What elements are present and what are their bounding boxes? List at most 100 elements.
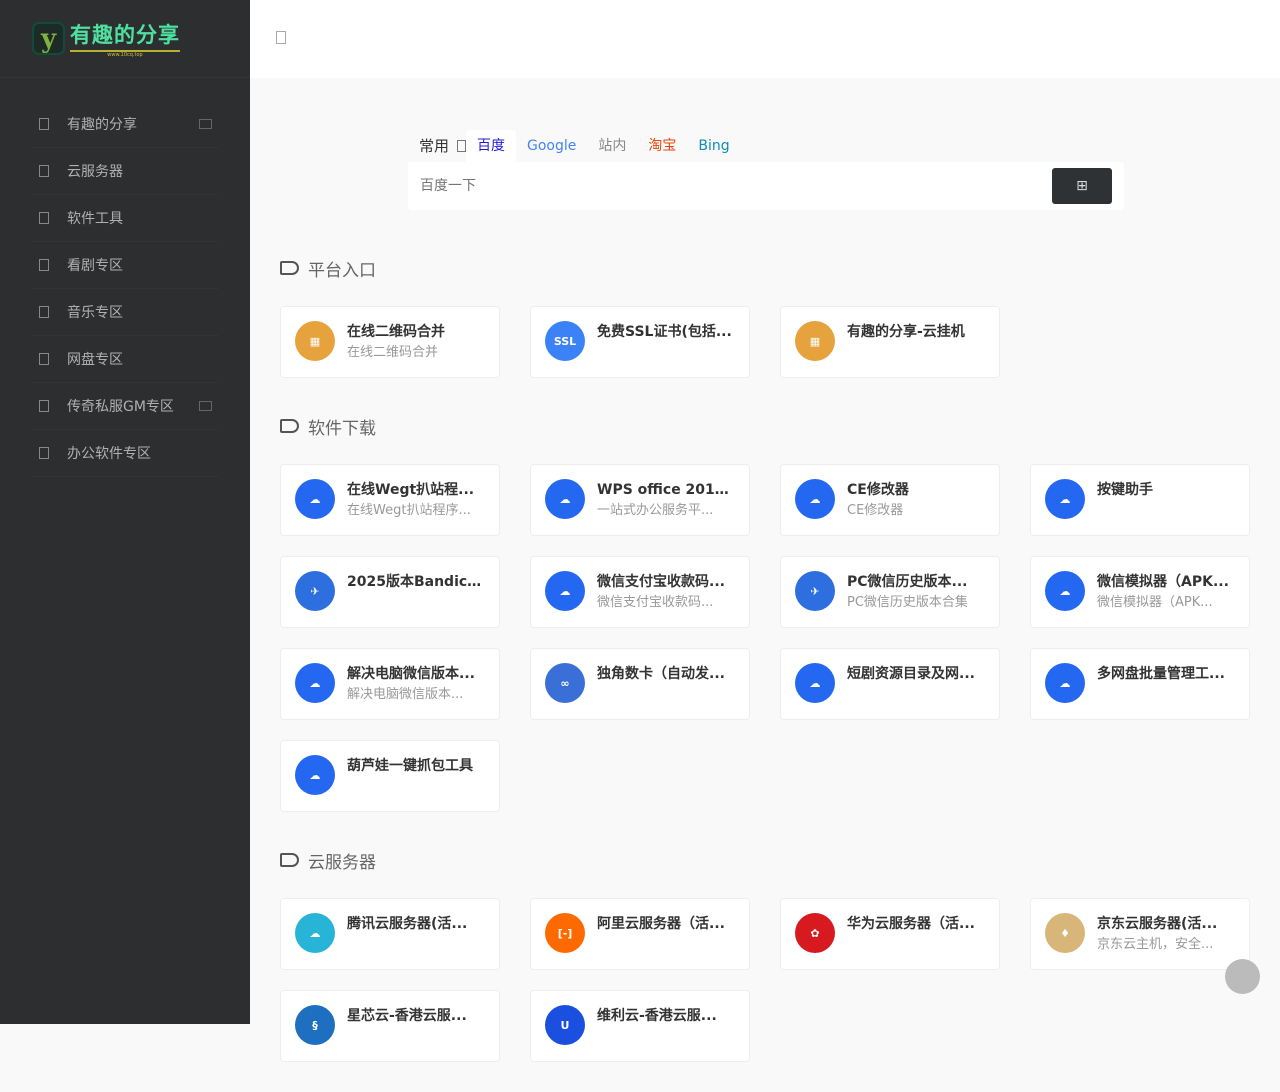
sidebar-item[interactable]: 有趣的分享 [32,101,218,148]
card-title: 腾讯云服务器(活... [347,916,468,932]
site-card[interactable]: ∞ 独角数卡（自动发... [530,648,750,720]
site-card[interactable]: § 星芯云-香港云服... [280,990,500,1062]
jd-cloud-icon: ♦ [1045,913,1085,953]
search-icon: ⊞ [1076,178,1088,194]
bird-icon: ✈ [795,571,835,611]
cloud-icon: ☁ [295,755,335,795]
sidebar-item[interactable]: 网盘专区 [32,336,218,383]
search-group-label[interactable]: 常用 [408,130,457,162]
card-title: 葫芦娃一键抓包工具 [347,758,473,774]
site-card[interactable]: ☁ 在线Wegt扒站程... 在线Wegt扒站程序... [280,464,500,536]
main-content: 平台入口 ▦ 在线二维码合并 在线二维码合并 SSL 免费SSL证书(包括... ▦ 有趣的分… [280,250,1280,1092]
search-engine-tab[interactable]: Google [516,130,587,162]
site-card[interactable]: ☁ 葫芦娃一键抓包工具 [280,740,500,812]
card-title: CE修改器 [847,482,909,498]
site-card[interactable]: ☁ 腾讯云服务器(活... [280,898,500,970]
section-title-text: 软件下载 [308,418,376,439]
card-title: 京东云服务器(活... [1097,916,1218,932]
search-input[interactable] [420,178,1052,194]
section-title: 软件下载 [280,408,1280,444]
site-card[interactable]: [-] 阿里云服务器（活... [530,898,750,970]
logo[interactable]: y 有趣的分享 www.10cq.top [0,0,250,78]
sidebar-item[interactable]: 传奇私服GM专区 [32,383,218,430]
section-title: 平台入口 [280,250,1280,286]
card-description: 解决电脑微信版本... [347,687,464,702]
card-title: 微信模拟器（APK... [1097,574,1229,590]
card-title: 华为云服务器（活... [847,916,975,932]
sidebar-item-label: 软件工具 [67,211,123,227]
sidebar-item[interactable]: 云服务器 [32,148,218,195]
tencent-cloud-icon: ☁ [295,913,335,953]
sidebar-item-label: 办公软件专区 [67,446,151,462]
cloud-icon: ☁ [295,479,335,519]
site-card[interactable]: ✿ 华为云服务器（活... [780,898,1000,970]
search-engine-tab[interactable]: 淘宝 [637,130,687,162]
sidebar-item[interactable]: 音乐专区 [32,289,218,336]
card-description: 在线Wegt扒站程序... [347,503,471,518]
back-to-top-button[interactable] [1225,959,1260,994]
xingxin-cloud-icon: § [295,1005,335,1045]
search-button[interactable]: ⊞ [1052,168,1112,204]
weili-cloud-icon: U [545,1005,585,1045]
card-description: 在线二维码合并 [347,345,439,360]
site-card[interactable]: U 维利云-香港云服... [530,990,750,1062]
cloud-icon: ☁ [1045,571,1085,611]
site-card[interactable]: ☁ 解决电脑微信版本... 解决电脑微信版本... [280,648,500,720]
card-description: CE修改器 [847,503,904,518]
expand-arrow-icon[interactable] [199,401,212,411]
tag-icon [280,419,299,433]
ssl-shield-icon: SSL [545,321,585,361]
site-card[interactable]: ☁ 微信模拟器（APK... 微信模拟器（APK... [1030,556,1250,628]
sidebar-item-label: 音乐专区 [67,305,123,321]
category-icon [39,306,49,318]
site-card[interactable]: ☁ 按键助手 [1030,464,1250,536]
search-engine-tab[interactable]: Bing [687,130,740,162]
site-card[interactable]: ☁ WPS office 2019教... 一站式办公服务平... [530,464,750,536]
sidebar-item[interactable]: 看剧专区 [32,242,218,289]
huawei-icon: ✿ [795,913,835,953]
sidebar-item-label: 有趣的分享 [67,117,137,133]
card-title: 独角数卡（自动发... [597,666,725,682]
expand-arrow-icon[interactable] [199,119,212,129]
site-card[interactable]: ☁ CE修改器 CE修改器 [780,464,1000,536]
card-grid: ☁ 腾讯云服务器(活... [-] 阿里云服务器（活... ✿ 华为云服务器（活... ♦ 京… [280,898,1280,1062]
card-title: 在线Wegt扒站程... [347,482,475,498]
card-title: 在线二维码合并 [347,324,445,340]
cloud-icon: ☁ [545,571,585,611]
tag-icon [280,261,299,275]
card-title: WPS office 2019教... [597,482,737,498]
sidebar-item[interactable]: 办公软件专区 [32,430,218,477]
site-card[interactable]: ☁ 多网盘批量管理工... [1030,648,1250,720]
site-card[interactable]: SSL 免费SSL证书(包括... [530,306,750,378]
sidebar-item[interactable]: 软件工具 [32,195,218,242]
card-title: 多网盘批量管理工... [1097,666,1225,682]
category-icon [39,353,49,365]
logo-url: www.10cq.top [70,50,180,58]
menu-toggle-icon[interactable] [276,31,286,44]
site-card[interactable]: ▦ 在线二维码合并 在线二维码合并 [280,306,500,378]
card-description: 微信支付宝收款码... [597,595,714,610]
site-card[interactable]: ☁ 短剧资源目录及网... [780,648,1000,720]
category-icon [39,118,49,130]
header [250,0,1280,78]
sidebar-item-label: 网盘专区 [67,352,123,368]
sidebar-item-label: 传奇私服GM专区 [67,399,174,415]
aliyun-icon: [-] [545,913,585,953]
site-card[interactable]: ✈ PC微信历史版本... PC微信历史版本合集 [780,556,1000,628]
cloud-icon: ☁ [795,663,835,703]
search-tabs: 常用 百度 Google 站内 淘宝 Bing [408,130,1124,162]
card-title: 有趣的分享-云挂机 [847,324,965,340]
search-engine-tab[interactable]: 百度 [466,130,517,162]
site-card[interactable]: ♦ 京东云服务器(活... 京东云主机，安全... [1030,898,1250,970]
card-description: 一站式办公服务平... [597,503,714,518]
card-grid: ☁ 在线Wegt扒站程... 在线Wegt扒站程序... ☁ WPS office 20… [280,464,1280,812]
search-engine-tab[interactable]: 站内 [587,130,637,162]
cloud-icon: ☁ [1045,663,1085,703]
site-card[interactable]: ☁ 微信支付宝收款码... 微信支付宝收款码... [530,556,750,628]
site-card[interactable]: ▦ 有趣的分享-云挂机 [780,306,1000,378]
group-switch-icon[interactable] [457,140,467,152]
card-title: 阿里云服务器（活... [597,916,725,932]
rubik-cube-icon: ▦ [295,321,335,361]
site-card[interactable]: ✈ 2025版本Bandica... [280,556,500,628]
category-icon [39,447,49,459]
